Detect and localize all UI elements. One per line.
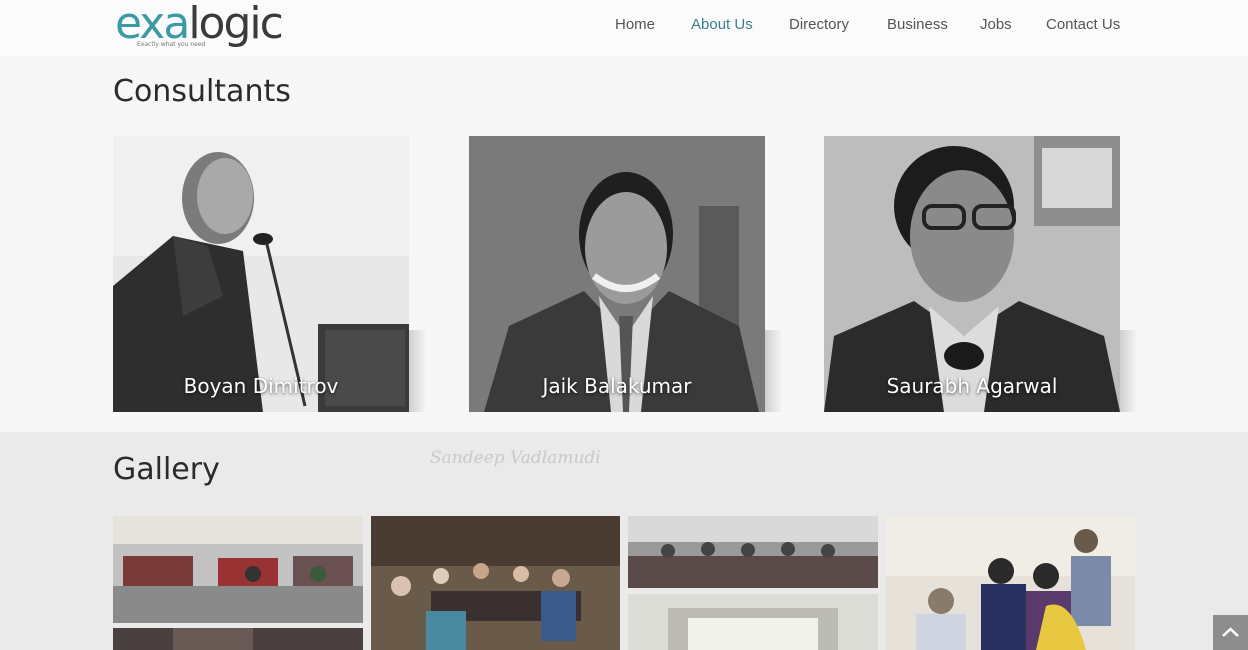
consultants-title: Consultants — [113, 74, 291, 109]
nav-home[interactable]: Home — [615, 16, 655, 38]
nav-business[interactable]: Business — [887, 16, 948, 38]
card-shadow — [409, 330, 425, 412]
consultant-photo — [469, 136, 765, 412]
gallery-photo[interactable] — [113, 516, 363, 623]
gallery-photo[interactable] — [628, 594, 878, 650]
card-shadow — [1120, 330, 1136, 412]
chevron-up-icon — [1222, 627, 1239, 637]
logo[interactable]: exalogic Exactly what you need — [115, 0, 295, 54]
logo-tagline: Exactly what you need — [137, 41, 206, 48]
consultant-name: Saurabh Agarwal — [886, 374, 1058, 398]
nav-directory[interactable]: Directory — [789, 16, 849, 38]
gallery-photo[interactable] — [371, 516, 620, 650]
gallery-title: Gallery — [113, 452, 220, 487]
gallery-photo[interactable] — [628, 516, 878, 588]
gallery-photo[interactable] — [886, 516, 1135, 650]
consultant-card[interactable]: Boyan Dimitrov — [113, 136, 409, 412]
consultant-photo — [113, 136, 409, 412]
nav-about-us[interactable]: About Us — [691, 16, 753, 38]
site-header: exalogic Exactly what you need Home Abou… — [0, 0, 1248, 56]
card-shadow — [765, 330, 781, 412]
consultant-name: Jaik Balakumar — [542, 374, 692, 398]
consultant-name: Boyan Dimitrov — [183, 374, 339, 398]
watermark: Sandeep Vadlamudi — [430, 448, 601, 468]
consultant-photo — [824, 136, 1120, 412]
nav-contact-us[interactable]: Contact Us — [1046, 16, 1120, 38]
scroll-top-button[interactable] — [1213, 615, 1248, 650]
consultant-card[interactable]: Jaik Balakumar — [469, 136, 765, 412]
nav-jobs[interactable]: Jobs — [980, 16, 1012, 38]
gallery-photo[interactable] — [113, 628, 363, 650]
consultant-card[interactable]: Saurabh Agarwal — [824, 136, 1120, 412]
